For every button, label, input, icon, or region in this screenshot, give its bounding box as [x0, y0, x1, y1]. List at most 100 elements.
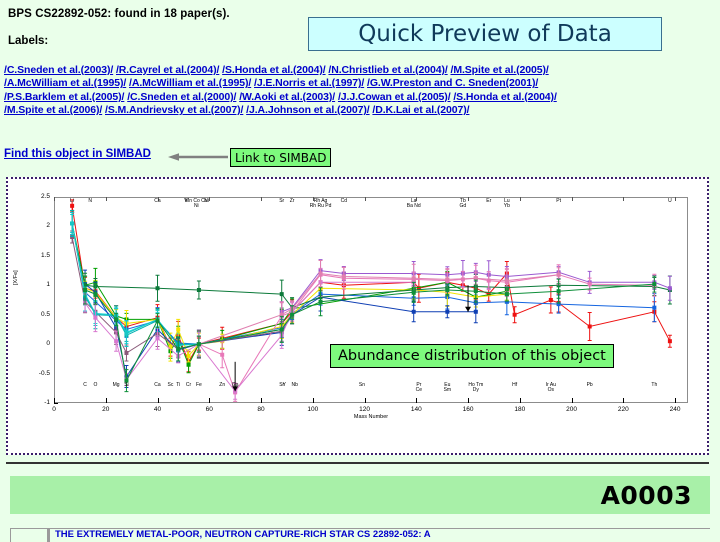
x-tick-label: 120 [359, 406, 370, 413]
paper-row: /A.McWilliam et al.(1995)/ /A.McWilliam … [4, 77, 716, 90]
element-label: Pb [586, 382, 593, 388]
y-tick-label: 1.5 [40, 251, 50, 259]
element-label: Li [70, 198, 75, 204]
record-id: A0003 [600, 480, 692, 510]
x-tick-label: 0 [52, 406, 56, 413]
element-label: Hf [512, 382, 518, 388]
y-tick-label: 1 [46, 281, 50, 289]
element-label: Eu Sm [443, 382, 452, 394]
y-axis-label: [X/Fe] [13, 270, 19, 285]
paper-link[interactable]: /A.McWilliam et al.(1995)/ [129, 77, 251, 89]
paper-link[interactable]: /N.Christlieb et al.(2004)/ [328, 64, 447, 76]
callout-abundance-label: Abundance distribution of this object [338, 348, 606, 364]
y-tick-label: 0 [46, 340, 50, 348]
element-label: Cr [185, 382, 192, 388]
x-tick-label: 200 [566, 406, 577, 413]
x-tick-label: 240 [669, 406, 681, 413]
element-label: Ni [204, 198, 210, 204]
element-label: Er [486, 198, 492, 204]
element-label: Ho Tm Dy [468, 382, 484, 394]
element-label: N [88, 198, 93, 204]
paper-link[interactable]: /S.Honda et al.(2004)/ [453, 91, 557, 103]
element-label: C [83, 382, 87, 388]
bottom-table-cell-index [10, 529, 48, 542]
object-name: BPS CS22892-052 [8, 8, 108, 20]
x-tick-label: 140 [410, 406, 422, 413]
paper-link[interactable]: /A.McWilliam et al.(1995)/ [4, 77, 126, 89]
element-label: O [93, 382, 98, 388]
paper-link[interactable]: /S.Honda et al.(2004)/ [222, 64, 326, 76]
element-label: La Ba Nd [406, 198, 421, 210]
x-tick-label: 60 [205, 406, 213, 413]
element-label: U [668, 198, 672, 204]
paper-link[interactable]: /J.E.Norris et al.(1997)/ [254, 77, 364, 89]
arrow-to-simbad-icon [168, 153, 228, 161]
element-label: Sn [358, 382, 365, 388]
section-divider [6, 462, 709, 464]
paper-reference-list: /C.Sneden et al.(2003)/ /R.Cayrel et al.… [4, 64, 716, 118]
callout-quick-preview-label: Quick Preview of Data [358, 20, 612, 47]
element-label: Fe [195, 382, 202, 388]
paper-row: /P.S.Barklem et al.(2005)/ /C.Sneden et … [4, 91, 716, 104]
paper-row: /M.Spite et al.(2006)/ /S.M.Andrievsky e… [4, 104, 716, 117]
element-label: Ca [154, 198, 161, 204]
y-tick-label: -0.5 [38, 369, 50, 377]
chart-inner: [X/Fe] -1 -0.5 0 0.5 1 1.5 2 2.5 Li N Mn Co Cu Ni C… [10, 181, 705, 451]
x-tick-label: 40 [153, 406, 162, 413]
element-label: Mg [112, 382, 120, 388]
y-tick-label: 2 [46, 222, 50, 230]
element-label: Tb Gd [459, 198, 467, 210]
paper-link[interactable]: /M.Spite et al.(2006)/ [4, 104, 102, 116]
object-found-suffix: : found in 18 paper(s). [107, 8, 230, 20]
element-label: Sr [279, 198, 285, 204]
element-label: Lu Yb [503, 198, 510, 210]
bottom-table-cell-title: THE EXTREMELY METAL-POOR, NEUTRON CAPTUR… [48, 529, 710, 542]
element-label: Cd [340, 198, 348, 204]
element-label: Ga [231, 382, 239, 388]
element-label: V [184, 198, 188, 204]
paper-link[interactable]: /S.M.Andrievsky et al.(2007)/ [105, 104, 243, 116]
record-id-banner: A0003 [10, 476, 710, 514]
paper-link[interactable]: /R.Cayrel et al.(2004)/ [116, 64, 219, 76]
paper-link[interactable]: /P.S.Barklem et al.(2005)/ [4, 91, 124, 103]
x-tick-label: 80 [257, 406, 265, 413]
paper-link[interactable]: /J.J.Cowan et al.(2005)/ [338, 91, 451, 103]
paper-link[interactable]: /C.Sneden et al.(2000)/ [127, 91, 236, 103]
callout-quick-preview: Quick Preview of Data [308, 17, 662, 51]
chart-series-canvas [70, 199, 672, 402]
element-label: Ti [176, 382, 181, 388]
paper-link[interactable]: /D.K.Lai et al.(2007)/ [372, 104, 469, 116]
y-axis-ticks: -1 -0.5 0 0.5 1 1.5 2 2.5 [24, 193, 50, 406]
series-10 [70, 209, 201, 357]
x-tick-label: 180 [514, 406, 526, 413]
x-tick-label: 160 [462, 406, 474, 413]
x-tick-label: 220 [617, 406, 629, 413]
y-tick-label: 2.5 [40, 193, 50, 200]
element-label: Si [124, 382, 129, 388]
x-tick-label: 20 [102, 406, 110, 413]
element-label: Pr Ce [415, 382, 423, 394]
paper-row: /C.Sneden et al.(2003)/ /R.Cayrel et al.… [4, 64, 716, 77]
page-root: BPS CS22892-052: found in 18 paper(s). L… [0, 0, 720, 542]
paper-link[interactable]: /W.Aoki et al.(2003)/ [239, 91, 335, 103]
element-label: Nb [291, 382, 298, 388]
callout-link-to-simbad: Link to SIMBAD [230, 148, 332, 167]
paper-link[interactable]: /M.Spite et al.(2005)/ [451, 64, 549, 76]
element-label: Pt [556, 198, 561, 204]
x-axis-label: Mass Number [353, 414, 389, 420]
paper-link[interactable]: /G.W.Preston and C. Sneden(2001)/ [367, 77, 538, 89]
element-label: Th [651, 382, 658, 388]
element-label: Zn [219, 382, 226, 388]
element-label: Sc [167, 382, 174, 388]
y-tick-label: -1 [44, 399, 50, 406]
paper-link[interactable]: /C.Sneden et al.(2003)/ [4, 64, 113, 76]
element-label: Zr [289, 198, 295, 204]
y-tick-label: 0.5 [40, 310, 50, 318]
callout-link-to-simbad-label: Link to SIMBAD [235, 150, 327, 165]
find-in-simbad-link[interactable]: Find this object in SIMBAD [4, 148, 151, 160]
element-label: Y [282, 382, 286, 388]
element-label: Ca [154, 382, 161, 388]
abundance-chart: [X/Fe] -1 -0.5 0 0.5 1 1.5 2 2.5 Li N Mn Co Cu Ni C… [6, 177, 709, 455]
element-label: Rh Ag Rh Ru Pd [309, 198, 332, 210]
paper-link[interactable]: /J.A.Johnson et al.(2007)/ [246, 104, 370, 116]
